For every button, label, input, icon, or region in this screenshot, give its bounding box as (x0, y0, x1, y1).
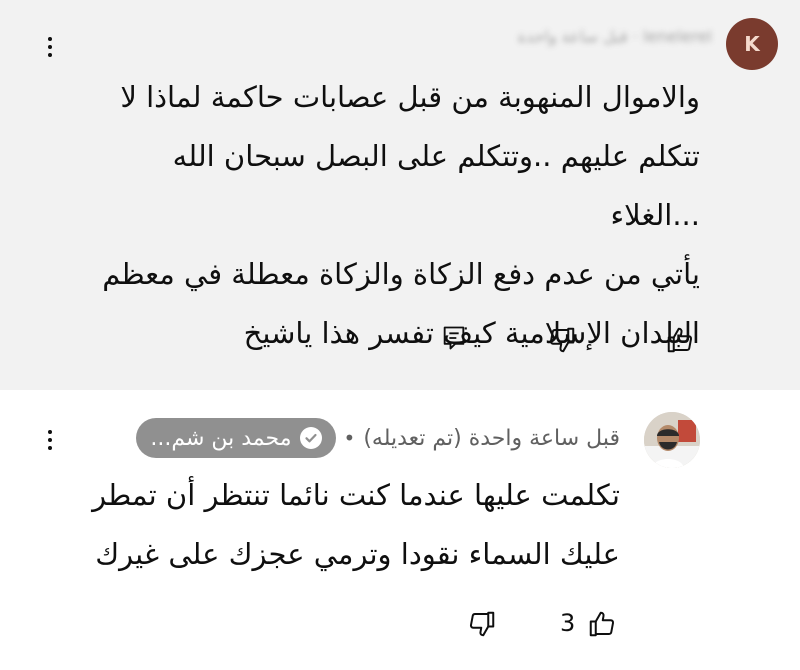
comment-line: تكلمت عليها عندما كنت نائما تنتظر أن تمط… (92, 478, 620, 512)
thumbs-down-icon (549, 327, 575, 353)
author-meta-row: محمد بن شم... • قبل ساعة واحدة (تم تعديل… (136, 418, 620, 458)
author-avatar[interactable]: K (726, 18, 778, 70)
comment-text: تكلمت عليها عندما كنت نائما تنتظر أن تمط… (60, 466, 620, 584)
author-name: محمد بن شم... (150, 425, 292, 451)
comment-line: عليك السماء نقودا وترمي عجزك على غيرك (95, 537, 620, 571)
dislike-button[interactable] (462, 604, 502, 644)
author-chip[interactable]: محمد بن شم... (136, 418, 336, 458)
dislike-button[interactable] (542, 320, 582, 360)
comment-line: والاموال المنهوبة من قبل عصابات حاكمة لم… (120, 80, 700, 114)
like-button[interactable] (660, 320, 700, 360)
author-meta-blurred: lenelerel · قبل ساعة واحدة (517, 27, 712, 46)
more-vert-icon[interactable] (40, 426, 60, 456)
comment-line: يأتي من عدم دفع الزكاة والزكاة معطلة في … (102, 257, 700, 291)
comment-timestamp: قبل ساعة واحدة (تم تعديله) (363, 425, 620, 451)
comment-text: والاموال المنهوبة من قبل عصابات حاكمة لم… (80, 68, 700, 363)
like-button[interactable] (582, 604, 622, 644)
avatar-photo (644, 412, 700, 468)
thumbs-up-icon (589, 611, 615, 637)
comment: محمد بن شم... • قبل ساعة واحدة (تم تعديل… (0, 390, 800, 670)
comment-line: البلدان الإسلامية كيف تفسر هذا ياشيخ (243, 316, 700, 350)
reply-button[interactable] (434, 318, 474, 358)
comment-highlighted: K lenelerel · قبل ساعة واحدة والاموال ال… (0, 0, 800, 390)
like-count: 3 (560, 609, 576, 637)
thumbs-down-icon (469, 611, 495, 637)
meta-separator: • (343, 426, 356, 450)
more-vert-icon[interactable] (40, 33, 60, 63)
author-avatar[interactable] (644, 412, 700, 468)
comment-line: تتكلم عليهم ..وتتكلم على البصل سبحان الل… (172, 139, 700, 232)
thumbs-up-icon (667, 327, 693, 353)
reply-icon (443, 326, 465, 350)
verified-check-icon (299, 427, 322, 449)
